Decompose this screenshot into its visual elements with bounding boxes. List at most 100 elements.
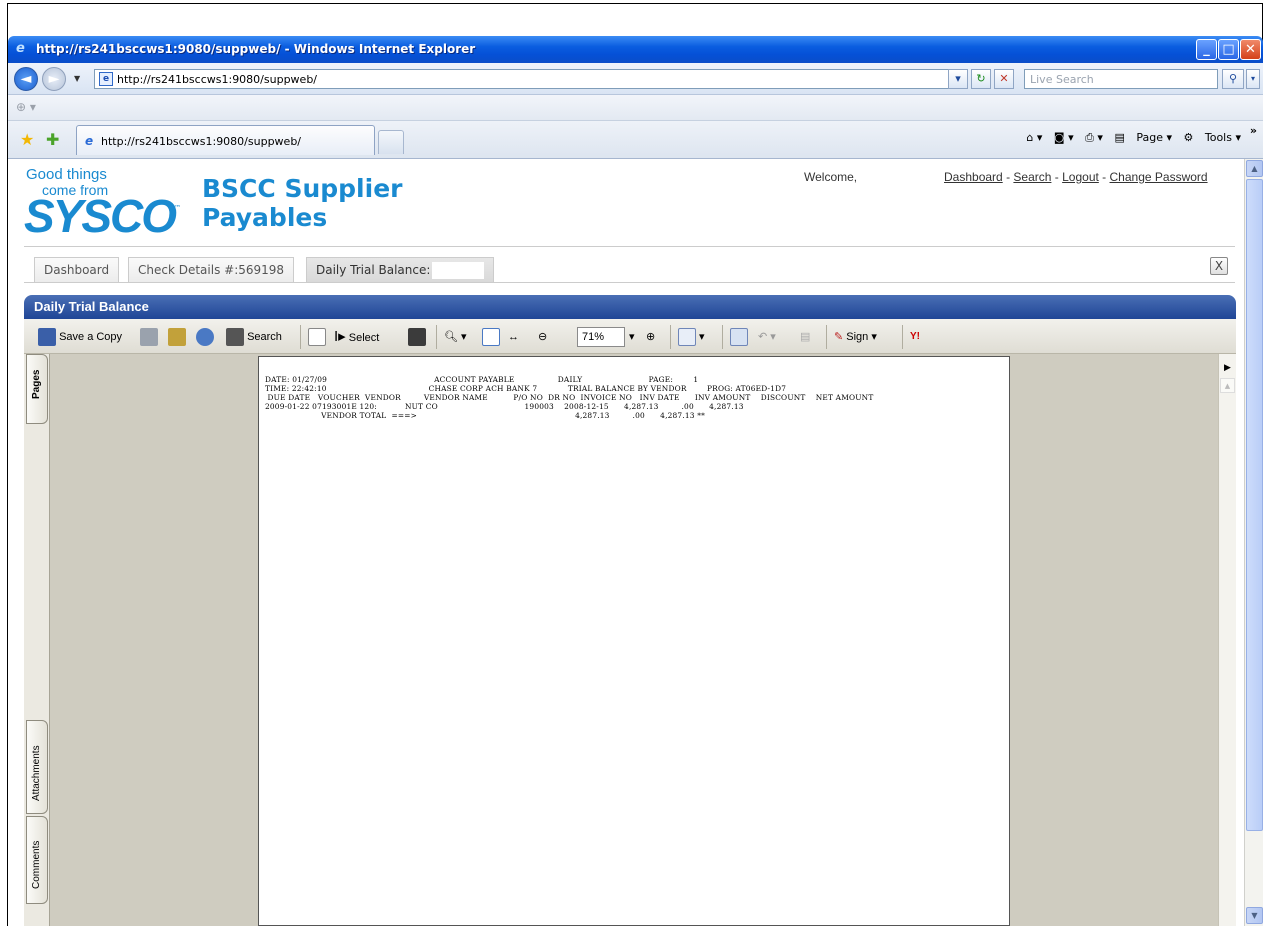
tab-check-details[interactable]: Check Details #:569198 [128,257,295,282]
refresh-button[interactable]: ↻ [971,69,991,89]
new-tab-button[interactable] [378,130,404,154]
toolbar-separator [436,325,437,349]
collaborate-button[interactable] [196,327,214,347]
link-separator: - [1102,170,1107,184]
trademark-mark: ™ [174,204,181,212]
search-options-icon[interactable]: ▾ [1246,69,1260,89]
panel-title: Daily Trial Balance [24,295,1236,319]
attachments-tab[interactable]: Attachments [26,720,48,814]
report-line: TIME: 22:42:10 CHASE CORP ACH BANK 7 TRI… [265,384,787,393]
tools-menu-label: Tools [1204,131,1232,144]
pdf-scrollbar[interactable]: ▶ ▲ [1218,354,1236,926]
browser-tab[interactable]: e http://rs241bsccws1:9080/suppweb/ [76,125,375,155]
zoom-dropdown[interactable]: ▾ [629,327,635,347]
page-layout-icon [678,328,696,347]
fit-width-button[interactable]: ↔ [508,327,519,347]
sign-label: Sign [846,331,869,343]
links-bar: ⊕ ▾ [8,95,1263,121]
favorites-star-icon[interactable]: ★ [20,130,34,149]
minimize-button[interactable]: _ [1196,39,1217,60]
close-window-button[interactable]: ✕ [1240,39,1261,60]
home-icon[interactable]: ⌂ ▾ [1026,131,1042,144]
undo-button[interactable]: ↶ ▾ [758,327,776,347]
maximize-button[interactable]: □ [1218,39,1239,60]
email-icon [168,328,186,347]
feeds-icon[interactable]: ◙ ▾ [1054,131,1074,144]
select-tool-button[interactable]: I▸ Select [334,327,379,347]
page-icon: e [99,72,113,86]
live-search-input[interactable]: Live Search [1024,69,1218,89]
camera-icon [408,328,426,347]
forward-button[interactable]: ► [42,67,66,91]
magnifier-icon: 🔍︎ ▾ [444,331,467,343]
chevron-more-icon[interactable]: » [1250,124,1257,137]
toolbar-separator [826,325,827,349]
tools-menu-button[interactable]: ⚙ Tools ▾ [1184,131,1242,144]
fit-page-button[interactable] [482,327,500,347]
toolbar-separator [902,325,903,349]
logout-link[interactable]: Logout [1062,170,1099,184]
address-field[interactable]: e http://rs241bsccws1:9080/suppweb/ [94,69,954,89]
search-link[interactable]: Search [1013,170,1051,184]
scrollbar-thumb[interactable] [1246,179,1263,831]
zoom-tool-button[interactable]: 🔍︎ ▾ [444,327,467,347]
browser-scrollbar[interactable]: ▲ ▼ [1244,159,1263,926]
page-menu-button[interactable]: ▤ Page ▾ [1114,131,1172,144]
globe-icon [196,328,214,347]
web-slice-icon[interactable]: ⊕ ▾ [16,100,36,114]
history-dropdown-icon[interactable]: ▼ [74,74,80,83]
expand-arrow-icon[interactable]: ▶ [1219,360,1236,376]
welcome-text: Welcome, [804,170,858,184]
tab-dashboard[interactable]: Dashboard [34,257,120,282]
search-pdf-label: Search [247,331,282,343]
tab-divider [24,282,1235,283]
zoom-level-input[interactable]: 71% [577,327,625,347]
change-password-link[interactable]: Change Password [1110,170,1208,184]
address-url: http://rs241bsccws1:9080/suppweb/ [117,73,318,86]
toolbar-separator [722,325,723,349]
email-button[interactable] [168,327,186,347]
close-tab-button[interactable]: X [1210,257,1228,275]
back-button[interactable]: ◄ [14,67,38,91]
text-cursor-icon: I▸ [334,328,346,345]
link-separator: - [1054,170,1059,184]
save-copy-button[interactable]: Save a Copy [38,327,122,347]
page-menu-label: Page [1136,131,1163,144]
print-icon[interactable]: ⎙ ▾ [1085,131,1103,144]
dashboard-link[interactable]: Dashboard [944,170,1003,184]
link-separator: - [1006,170,1011,184]
add-favorites-icon[interactable]: ✚ [46,130,59,149]
copy-button[interactable]: ▤ [800,327,810,347]
tab-daily-trial-balance[interactable]: Daily Trial Balance: [306,257,495,282]
address-dropdown-button[interactable]: ▾ [948,69,968,89]
browser-title-bar: e http://rs241bsccws1:9080/suppweb/ - Wi… [8,36,1263,63]
print-button[interactable] [140,327,158,347]
search-icon[interactable]: ⚲ [1222,69,1244,89]
page-layout-button[interactable]: ▾ [678,327,705,347]
binoculars-icon [226,328,244,347]
hand-tool-button[interactable] [308,327,326,347]
save-copy-label: Save a Copy [59,331,123,343]
zoom-out-button[interactable]: ⊖ [538,327,547,347]
attachments-tab-label: Attachments [31,745,42,801]
scroll-down-button[interactable]: ▼ [1246,907,1263,924]
toolbar-separator [300,325,301,349]
spell-check-button[interactable] [730,327,748,347]
zoom-in-button[interactable]: ⊕ [646,327,655,347]
stop-button[interactable]: ✕ [994,69,1014,89]
yahoo-toolbar-icon[interactable]: Y! [910,327,920,347]
scroll-up-icon[interactable]: ▲ [1220,378,1235,393]
pdf-viewer: Pages Attachments Comments DATE: 01/27/0… [24,354,1236,926]
header-divider [24,246,1235,247]
zoom-out-icon: ⊖ [538,331,548,343]
comments-tab[interactable]: Comments [26,816,48,904]
search-pdf-button[interactable]: Search [226,327,282,347]
hand-icon [308,328,326,347]
ie-logo-icon: e [16,41,25,56]
scroll-up-button[interactable]: ▲ [1246,160,1263,177]
sign-button[interactable]: ✎ Sign ▾ [834,327,877,347]
pages-tab[interactable]: Pages [26,354,48,424]
snapshot-button[interactable] [408,327,426,347]
address-bar-row: ◄ ► ▼ e http://rs241bsccws1:9080/suppweb… [8,63,1263,95]
fit-width-icon: ↔ [508,331,519,343]
